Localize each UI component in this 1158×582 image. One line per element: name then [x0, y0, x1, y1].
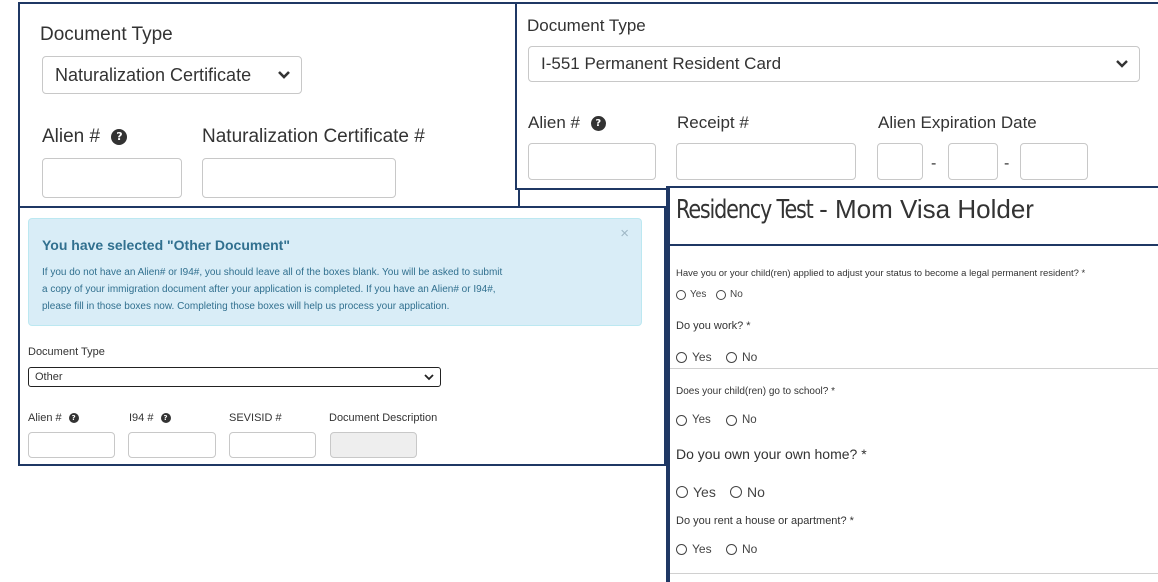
question-own-home: Do you own your own home? *	[676, 446, 867, 462]
help-icon[interactable]: ?	[590, 116, 606, 132]
doc-type-label: Document Type	[40, 24, 173, 45]
radio-adjust-status-no[interactable]: No	[716, 289, 743, 300]
radio-circle	[676, 289, 686, 300]
radio-school-no[interactable]: No	[726, 414, 757, 426]
help-icon[interactable]: ?	[111, 128, 128, 145]
help-icon[interactable]: ?	[160, 413, 171, 424]
alert-title: You have selected "Other Document"	[42, 237, 290, 253]
cert-number-label: Naturalization Certificate #	[202, 126, 425, 147]
question-school: Does your child(ren) go to school? *	[676, 386, 835, 397]
doc-type-label: Document Type	[28, 346, 105, 358]
radio-work-yes[interactable]: Yes	[676, 350, 712, 364]
alien-number-input[interactable]	[42, 158, 182, 198]
alien-number-input[interactable]	[528, 143, 656, 180]
alien-number-label: Alien # ?	[42, 126, 128, 148]
alien-number-label: Alien # ?	[528, 113, 606, 133]
chevron-down-icon	[277, 70, 291, 80]
alert-text-line2: a copy of your immigration document afte…	[42, 284, 496, 295]
panel-residency-test: Residency Test - Mom Visa Holder Have yo…	[666, 186, 1158, 582]
document-description-input[interactable]	[330, 432, 417, 458]
page-title: Residency Test - Mom Visa Holder	[676, 194, 1034, 225]
cert-number-input[interactable]	[202, 158, 396, 198]
radio-circle	[676, 351, 687, 363]
doc-type-select[interactable]: Other	[28, 367, 441, 387]
close-icon[interactable]: ×	[620, 225, 629, 242]
info-alert: You have selected "Other Document" × If …	[28, 218, 642, 326]
radio-own-home-yes[interactable]: Yes	[676, 484, 716, 500]
i94-number-input[interactable]	[128, 432, 216, 458]
alien-number-input[interactable]	[28, 432, 115, 458]
radio-circle	[730, 486, 742, 498]
question-work: Do you work? *	[676, 320, 751, 332]
chevron-down-icon	[1115, 59, 1129, 69]
doc-type-select-value: I-551 Permanent Resident Card	[541, 54, 782, 73]
radio-circle	[726, 351, 737, 363]
panel-naturalization: Document Type Naturalization Certificate…	[18, 2, 520, 210]
date-separator: -	[931, 155, 937, 172]
radio-circle	[726, 414, 737, 426]
doc-type-select[interactable]: I-551 Permanent Resident Card	[528, 46, 1140, 82]
doc-type-select-value: Other	[35, 371, 63, 383]
doc-type-label: Document Type	[527, 16, 646, 35]
expiration-month-input[interactable]	[877, 143, 923, 180]
help-icon[interactable]: ?	[68, 413, 79, 424]
radio-school-yes[interactable]: Yes	[676, 414, 711, 426]
panel-permanent-resident: Document Type I-551 Permanent Resident C…	[515, 2, 1158, 190]
radio-circle	[676, 486, 688, 498]
radio-rent-no[interactable]: No	[726, 542, 757, 556]
radio-circle	[716, 289, 726, 300]
i94-number-label: I94 # ?	[129, 412, 171, 424]
radio-adjust-status-yes[interactable]: Yes	[676, 289, 706, 300]
title-divider	[670, 244, 1158, 246]
radio-circle	[676, 414, 687, 426]
question-adjust-status: Have you or your child(ren) applied to a…	[676, 268, 1086, 279]
radio-work-no[interactable]: No	[726, 350, 757, 364]
radio-own-home-no[interactable]: No	[730, 484, 765, 500]
section-divider	[670, 573, 1158, 574]
document-description-label: Document Description	[329, 412, 438, 424]
doc-type-select-value: Naturalization Certificate	[55, 64, 252, 85]
expiration-year-input[interactable]	[1020, 143, 1088, 180]
sevis-id-input[interactable]	[229, 432, 316, 458]
receipt-number-input[interactable]	[676, 143, 856, 180]
alert-text-line3: please fill in those boxes now. Completi…	[42, 301, 450, 312]
expiration-day-input[interactable]	[948, 143, 998, 180]
radio-circle	[726, 543, 737, 555]
radio-rent-yes[interactable]: Yes	[676, 542, 712, 556]
question-rent: Do you rent a house or apartment? *	[676, 515, 854, 527]
alert-text-line1: If you do not have an Alien# or I94#, yo…	[42, 267, 503, 278]
panel-other-document: You have selected "Other Document" × If …	[18, 206, 666, 466]
receipt-number-label: Receipt #	[677, 113, 749, 132]
expiration-date-label: Alien Expiration Date	[878, 113, 1037, 132]
sevis-id-label: SEVISID #	[229, 412, 282, 424]
date-separator: -	[1004, 155, 1010, 172]
doc-type-select[interactable]: Naturalization Certificate	[42, 56, 302, 94]
alien-number-label: Alien # ?	[28, 412, 79, 424]
section-divider	[670, 368, 1158, 369]
radio-circle	[676, 543, 687, 555]
chevron-down-icon	[424, 373, 434, 381]
